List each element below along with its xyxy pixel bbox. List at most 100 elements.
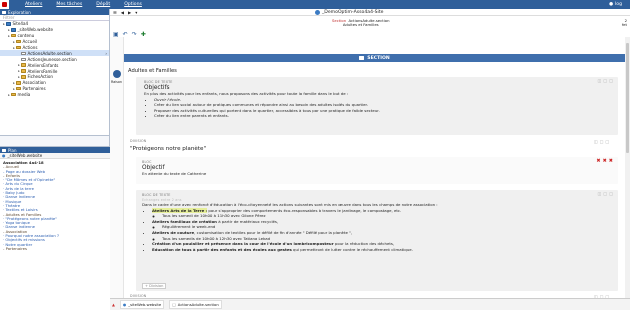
site-icon xyxy=(6,22,11,26)
list-icon[interactable]: ☰ xyxy=(113,10,117,15)
block-list: Ateliers Arts de la Terre : pour s'appro… xyxy=(152,207,612,253)
dropdown-icon[interactable]: ▾ xyxy=(135,10,137,15)
block-list: Ouvrir l'école. Créer du lien social aut… xyxy=(154,97,610,119)
folder-icon xyxy=(16,39,21,44)
user-icon: ● xyxy=(608,2,613,7)
block-body: En plus des activités pour les enfants, … xyxy=(144,91,610,119)
item-strong: Ateliers de couture xyxy=(152,229,195,235)
list-item: Ateliers familiaux de création à partir … xyxy=(152,219,612,230)
tree-item-label: Actions xyxy=(22,45,38,50)
section-icon: □ xyxy=(172,302,176,307)
block-type: BLOC DE TEXTE xyxy=(142,193,171,197)
item-strong: Ateliers familiaux de création xyxy=(152,218,217,224)
menu-mes-taches[interactable]: Mes tâches xyxy=(56,2,82,7)
chevron-right-icon[interactable]: › xyxy=(105,51,107,56)
tree-item-label: _siteWeb.website xyxy=(17,27,54,33)
tab-actionsadulte[interactable]: □ ActionsAdulte.section xyxy=(169,300,222,309)
right-tags: 2 fet xyxy=(622,18,627,28)
tab-siteweb[interactable]: ● _siteWeb.website xyxy=(119,300,165,309)
menu-ateliers[interactable]: Ateliers xyxy=(25,2,42,7)
page-icon xyxy=(21,57,26,61)
globe-icon xyxy=(315,10,320,15)
division-title[interactable]: "Protégeons notre planète" xyxy=(130,146,206,152)
left-panel: Exploration Filtrer ▸ Site4a4 ▸ _siteWeb.we… xyxy=(0,9,110,310)
item-text: à partir de matériaux recyclés, xyxy=(216,218,279,224)
section-icon xyxy=(359,56,365,60)
plan-panel: Plan ● _siteWeb.website Association 4a4-… xyxy=(0,146,110,310)
app-logo-icon[interactable] xyxy=(0,0,9,9)
item-text: pour s'approprier des comportements éco-… xyxy=(207,207,402,213)
folder-icon xyxy=(21,75,26,79)
top-menu-bar: Ateliers Mes tâches Dépôt Options ● log xyxy=(0,0,630,9)
tree-item-label: contenu xyxy=(17,33,35,39)
bloc-objectif[interactable]: ✖✖✖ BLOC Objectif En attente du texte de… xyxy=(136,157,618,184)
block-controls[interactable]: ◫□□ xyxy=(598,191,615,196)
editor-area: ☰ ◀ ▶ ▾ _DemoOptim-Asso4a4-Site Section … xyxy=(110,9,630,310)
pin-icon[interactable]: ▲ xyxy=(112,302,115,307)
tree-item-label: Partenaires xyxy=(22,86,46,92)
site-title-text: _DemoOptim-Asso4a4-Site xyxy=(322,10,384,15)
folder-icon xyxy=(11,92,16,97)
menu-depot[interactable]: Dépôt xyxy=(96,2,110,7)
plan-list: Association 4a4-18- Accueil - Page au dos… xyxy=(0,159,110,251)
add-icon[interactable]: ✚ xyxy=(141,31,146,38)
open-files-bar: ▲ ● _siteWeb.website □ ActionsAdulte.sec… xyxy=(110,298,630,310)
block-type: BLOC xyxy=(142,160,152,164)
tree-item-label: ActionsJeunesse.section xyxy=(27,56,77,62)
user-label: log xyxy=(614,2,622,7)
list-item: Ateliers de couture, customisation de te… xyxy=(152,230,612,241)
delete-controls[interactable]: ✖✖✖ xyxy=(596,158,615,164)
tab-label: ActionsAdulte.section xyxy=(177,302,219,307)
folder-icon xyxy=(16,81,21,85)
site-icon: ● xyxy=(2,153,6,158)
section-title[interactable]: Adultes et Familles xyxy=(128,68,177,74)
root-icon[interactable] xyxy=(113,70,121,78)
section-header[interactable]: SECTION xyxy=(124,54,625,62)
item-strong: Ateliers Arts de la Terre : xyxy=(152,207,208,213)
item-strong: Education de tous à partir des enfants e… xyxy=(152,246,292,252)
redo-icon[interactable]: ↷ xyxy=(132,31,137,38)
tab-label: _siteWeb.website xyxy=(128,302,162,307)
vertical-scrollbar[interactable] xyxy=(625,37,630,307)
folder-icon xyxy=(11,34,16,38)
back-icon[interactable]: ◀ xyxy=(121,10,124,15)
section-label: SECTION xyxy=(367,55,390,61)
plan-item[interactable]: - Partenaires xyxy=(3,246,110,251)
menu-options[interactable]: Options xyxy=(124,2,142,7)
list-item: Education de tous à partir des enfants e… xyxy=(152,247,612,253)
folder-icon xyxy=(16,45,21,50)
scrollbar-thumb[interactable] xyxy=(626,43,629,153)
tree-item-label: media xyxy=(17,92,31,98)
block-controls[interactable]: ◫□□ xyxy=(598,78,615,83)
text-block-objectifs[interactable]: ◫□□ BLOC DE TEXTE Objectifs En plus des … xyxy=(136,77,618,135)
division-controls[interactable]: ◫□□ xyxy=(594,139,611,144)
user-menu[interactable]: ● log xyxy=(609,2,622,7)
plan-icon xyxy=(2,148,6,152)
item-strong: Création d'un poulailler et présence dan… xyxy=(152,241,334,247)
block-text: En attente du texte de Catherine xyxy=(142,171,207,176)
tree-item-label: Site4a4 xyxy=(12,21,29,27)
text-block-actions[interactable]: ◫□□ BLOC DE TEXTE Echanges entre 2 ans D… xyxy=(136,190,618,291)
filter-placeholder: Filtrer xyxy=(3,15,15,20)
add-division-button[interactable]: + Division xyxy=(142,283,167,289)
list-item: Ateliers Arts de la Terre : pour s'appro… xyxy=(152,207,612,219)
list-item: Créer du lien entre parents et enfants. xyxy=(154,113,610,119)
forward-icon[interactable]: ▶ xyxy=(128,10,131,15)
page-icon xyxy=(21,51,26,56)
explorer-title: Exploration xyxy=(8,9,31,15)
folder-icon xyxy=(21,63,26,67)
site-icon xyxy=(11,28,16,32)
plan-title: Plan xyxy=(8,147,17,153)
explorer-tree: ▸ Site4a4 ▸ _siteWeb.website ▸ contenu ▸ Accuei… xyxy=(0,21,109,136)
block-type: BLOC DE TEXTE xyxy=(144,80,173,84)
explorer-icon xyxy=(2,10,6,14)
tree-item-label: AteliersEnfants xyxy=(27,62,59,68)
division-label: DIVISION xyxy=(130,139,147,143)
crumb-name: Adultes et Familles xyxy=(342,22,379,28)
folder-icon xyxy=(21,69,26,73)
tree-item[interactable]: ▸ media xyxy=(0,92,109,98)
breadcrumb: Section ActionsAdulte.section Adultes et… xyxy=(332,18,390,28)
tree-item-label: FichesAction xyxy=(27,74,54,80)
item-text: pour la réduction des déchets, xyxy=(333,241,395,247)
tree-item-label: Accueil xyxy=(22,39,38,45)
